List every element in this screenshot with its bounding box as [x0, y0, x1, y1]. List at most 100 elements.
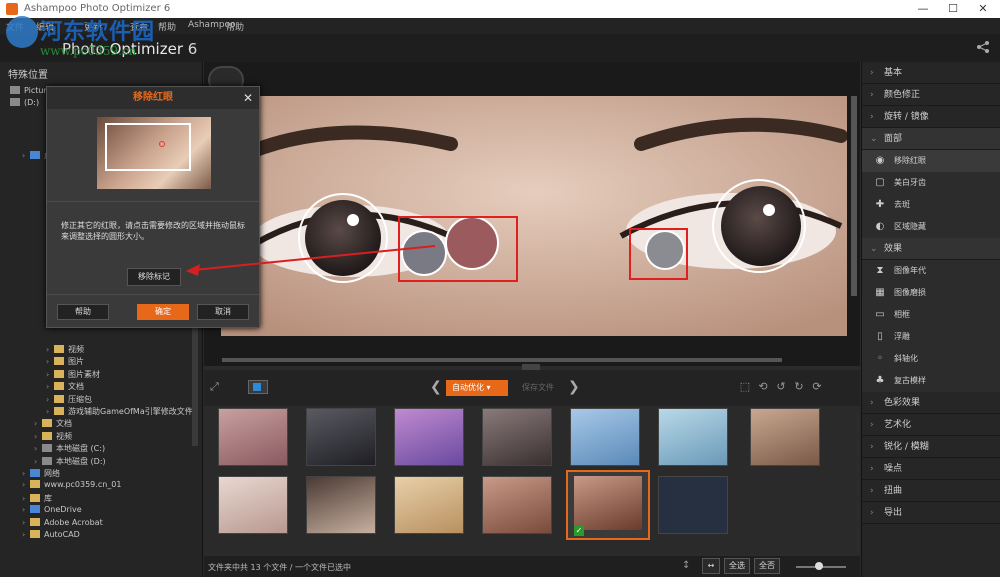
- tool-section-header[interactable]: › 导出: [862, 502, 1000, 524]
- fit-width-icon[interactable]: ↔: [702, 558, 720, 574]
- expand-icon[interactable]: ›: [46, 345, 54, 354]
- expand-icon[interactable]: ›: [46, 407, 54, 416]
- folder-tree-item[interactable]: › AutoCAD: [22, 530, 80, 542]
- tool-item[interactable]: ▢ 美白牙齿: [862, 172, 1000, 194]
- selection-frame[interactable]: [105, 123, 191, 171]
- thumbnail[interactable]: [306, 476, 376, 534]
- thumbnail[interactable]: [750, 408, 820, 466]
- tool-section-header[interactable]: ⌄ 效果: [862, 238, 1000, 260]
- special-location-item[interactable]: (D:): [10, 98, 39, 110]
- thumbnail[interactable]: [306, 408, 376, 466]
- undo-icon[interactable]: ⟲: [756, 380, 770, 394]
- preview-horizontal-scrollbar[interactable]: [222, 358, 782, 362]
- tool-item[interactable]: ▯ 浮雕: [862, 326, 1000, 348]
- tool-section-header[interactable]: › 扭曲: [862, 480, 1000, 502]
- folder-tree-item[interactable]: › 视频: [34, 431, 72, 443]
- thumbnail[interactable]: [394, 408, 464, 466]
- folder-tree-item[interactable]: › 文档: [46, 381, 84, 393]
- rotate-left-icon[interactable]: ↺: [774, 380, 788, 394]
- thumbnail[interactable]: [658, 476, 728, 534]
- tool-section-header[interactable]: › 基本: [862, 62, 1000, 84]
- maximize-button[interactable]: ☐: [938, 1, 968, 17]
- expand-icon[interactable]: ›: [22, 518, 30, 527]
- expand-icon[interactable]: ›: [34, 432, 42, 441]
- folder-tree-item[interactable]: › 视频: [46, 344, 84, 356]
- rotate-right-icon[interactable]: ↻: [792, 380, 806, 394]
- folder-tree-item[interactable]: › 压缩包: [46, 394, 92, 406]
- folder-tree-item[interactable]: › www.pc0359.cn_01: [22, 480, 121, 492]
- expand-icon[interactable]: ›: [46, 357, 54, 366]
- tool-section-header[interactable]: ⌄ 面部: [862, 128, 1000, 150]
- select-none-button[interactable]: 全否: [754, 558, 780, 574]
- folder-tree-item[interactable]: › 游戏辅助GameOfMa引擎修改文件: [46, 406, 193, 418]
- folder-tree-item[interactable]: › 网络: [22, 468, 60, 480]
- tool-item[interactable]: ⧗ 图像年代: [862, 260, 1000, 282]
- tool-section-header[interactable]: › 颜色修正: [862, 84, 1000, 106]
- previous-image-button[interactable]: ❮: [430, 379, 442, 395]
- thumbnail-selected[interactable]: ✓: [566, 470, 650, 540]
- close-icon[interactable]: ✕: [243, 91, 255, 105]
- expand-icon[interactable]: ›: [22, 151, 30, 160]
- folder-tree-item[interactable]: › 本地磁盘 (D:): [34, 456, 106, 468]
- tool-item[interactable]: ✚ 去斑: [862, 194, 1000, 216]
- tool-item[interactable]: ◦ 斜轴化: [862, 348, 1000, 370]
- auto-optimize-button[interactable]: 自动优化 ▾: [446, 380, 508, 396]
- expand-icon[interactable]: ›: [46, 395, 54, 404]
- close-window-button[interactable]: ✕: [968, 1, 998, 17]
- folder-tree-item[interactable]: › 本地磁盘 (C:): [34, 443, 105, 455]
- share-icon[interactable]: [976, 40, 992, 54]
- tool-item[interactable]: ▦ 图像磨损: [862, 282, 1000, 304]
- tool-section-header[interactable]: › 艺术化: [862, 414, 1000, 436]
- minimize-button[interactable]: —: [908, 1, 938, 17]
- expand-icon[interactable]: ›: [46, 382, 54, 391]
- thumbnail[interactable]: [218, 476, 288, 534]
- folder-tree-item[interactable]: › OneDrive: [22, 505, 82, 517]
- folder-tree-item[interactable]: › 图片: [46, 356, 84, 368]
- thumbnail[interactable]: [570, 408, 640, 466]
- expand-icon[interactable]: ›: [34, 444, 42, 453]
- tool-item[interactable]: ◐ 区域隐藏: [862, 216, 1000, 238]
- tool-section-header[interactable]: › 噪点: [862, 458, 1000, 480]
- cancel-button[interactable]: 取消: [197, 304, 249, 320]
- save-file-button[interactable]: 保存文件: [512, 380, 564, 396]
- remove-marks-button[interactable]: 移除标记: [127, 268, 181, 286]
- expand-icon[interactable]: ›: [22, 469, 30, 478]
- tool-section-header[interactable]: › 锐化 / 模糊: [862, 436, 1000, 458]
- slider-handle[interactable]: [815, 562, 823, 570]
- preview-vertical-scrollbar[interactable]: [851, 96, 857, 296]
- expand-icon[interactable]: ›: [22, 494, 30, 503]
- tool-section-header[interactable]: › 旋转 / 镜像: [862, 106, 1000, 128]
- photo-preview[interactable]: [221, 96, 847, 336]
- expand-icon[interactable]: ›: [22, 505, 30, 514]
- thumbnail[interactable]: [658, 408, 728, 466]
- tool-item[interactable]: ♣ 复古模样: [862, 370, 1000, 392]
- compare-view-button[interactable]: [248, 380, 268, 394]
- next-image-button[interactable]: ❯: [568, 379, 580, 395]
- expand-icon[interactable]: ›: [22, 530, 30, 539]
- fullscreen-icon[interactable]: ⤢: [210, 380, 224, 393]
- folder-tree-item[interactable]: › Adobe Acrobat: [22, 517, 103, 530]
- ok-button[interactable]: 确定: [137, 304, 189, 320]
- expand-icon[interactable]: ›: [46, 370, 54, 379]
- select-all-button[interactable]: 全选: [724, 558, 750, 574]
- tool-item[interactable]: ▭ 相框: [862, 304, 1000, 326]
- menu-item[interactable]: 帮助: [226, 20, 244, 33]
- sort-icon[interactable]: ↕: [682, 560, 690, 571]
- expand-icon[interactable]: ›: [22, 480, 30, 489]
- redo-icon[interactable]: ⟳: [810, 380, 824, 394]
- thumbnail[interactable]: [394, 476, 464, 534]
- help-button[interactable]: 帮助: [57, 304, 109, 320]
- thumbnail[interactable]: [482, 408, 552, 466]
- expand-icon[interactable]: ›: [34, 419, 42, 428]
- checkbox-checked-icon[interactable]: ✓: [574, 526, 584, 536]
- thumbnail[interactable]: [482, 476, 552, 534]
- thumbnail[interactable]: [218, 408, 288, 466]
- expand-icon[interactable]: ›: [34, 457, 42, 466]
- folder-tree-item[interactable]: › 文档: [34, 418, 72, 430]
- tool-item[interactable]: ◉ 移除红眼: [862, 150, 1000, 172]
- folder-tree-item[interactable]: › 库: [22, 493, 52, 505]
- dialog-preview-thumbnail[interactable]: [97, 117, 211, 189]
- tool-section-header[interactable]: › 色彩效果: [862, 392, 1000, 414]
- crop-icon[interactable]: ⬚: [738, 380, 752, 394]
- folder-tree-item[interactable]: › 图片素材: [46, 369, 100, 381]
